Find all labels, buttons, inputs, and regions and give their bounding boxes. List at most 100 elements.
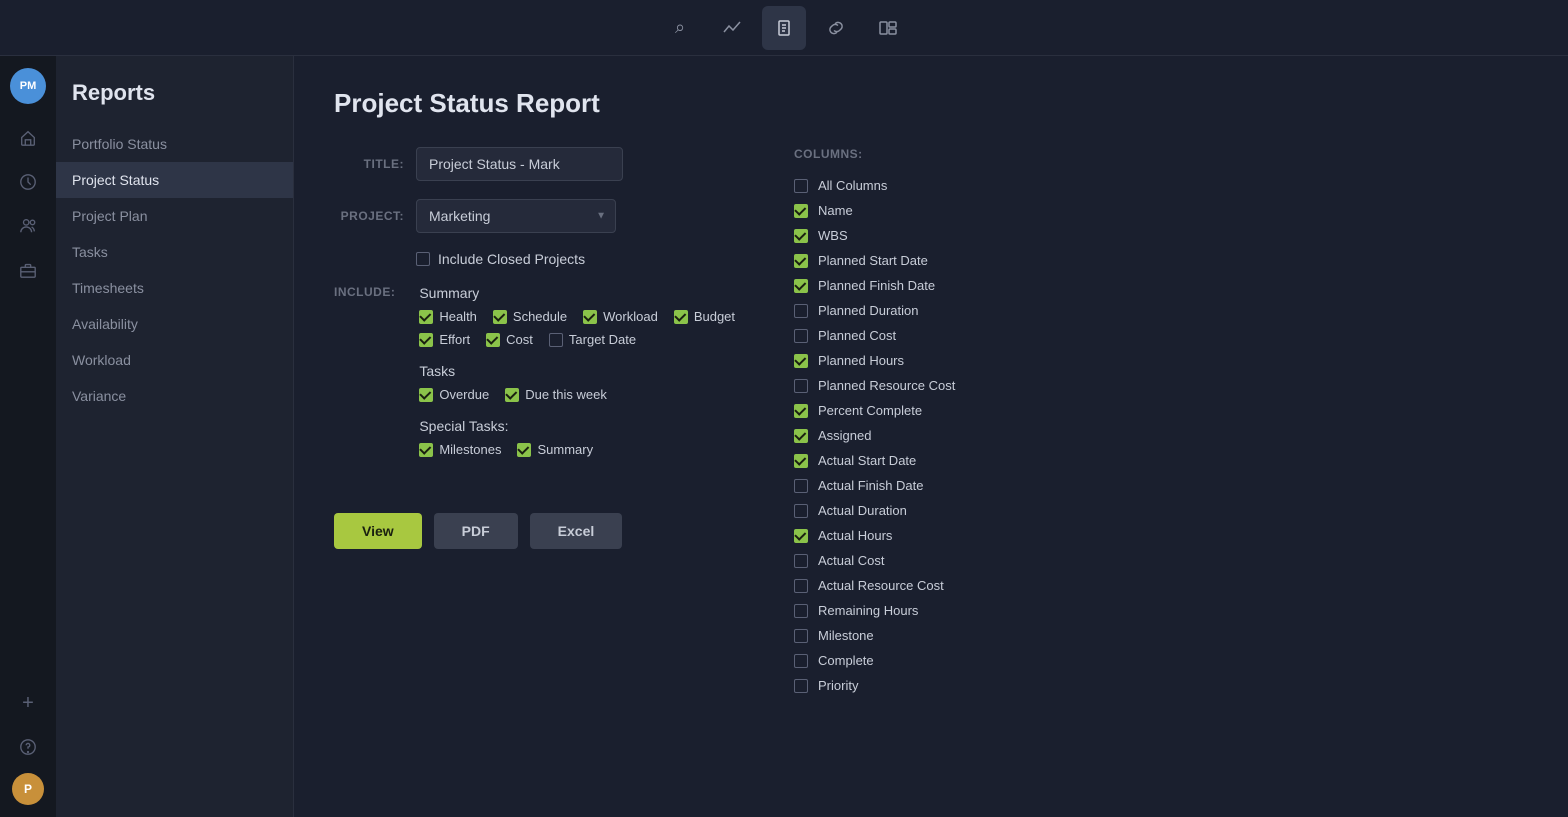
column-actual-duration: Actual Duration xyxy=(794,498,1094,523)
remaining-hours-checkbox[interactable] xyxy=(794,604,808,618)
sidebar-item-workload[interactable]: Workload xyxy=(56,342,293,378)
actual-cost-checkbox[interactable] xyxy=(794,554,808,568)
percent-complete-checkbox[interactable] xyxy=(794,404,808,418)
planned-start-date-label: Planned Start Date xyxy=(818,253,928,268)
workload-checkbox[interactable] xyxy=(583,310,597,324)
column-priority: Priority xyxy=(794,673,1094,693)
planned-start-date-checkbox[interactable] xyxy=(794,254,808,268)
include-workload: Workload xyxy=(583,309,658,324)
cost-label: Cost xyxy=(506,332,533,347)
sidebar-item-timesheets[interactable]: Timesheets xyxy=(56,270,293,306)
milestones-checkbox[interactable] xyxy=(419,443,433,457)
summary-subsection: Summary Health Schedule xyxy=(419,285,754,347)
planned-resource-cost-checkbox[interactable] xyxy=(794,379,808,393)
planned-duration-label: Planned Duration xyxy=(818,303,918,318)
sidebar-item-project-plan[interactable]: Project Plan xyxy=(56,198,293,234)
column-planned-resource-cost: Planned Resource Cost xyxy=(794,373,1094,398)
actual-hours-label: Actual Hours xyxy=(818,528,892,543)
milestone-checkbox[interactable] xyxy=(794,629,808,643)
sidebar: Reports Portfolio Status Project Status … xyxy=(56,56,294,817)
include-closed-label: Include Closed Projects xyxy=(438,251,585,267)
actual-hours-checkbox[interactable] xyxy=(794,529,808,543)
column-planned-cost: Planned Cost xyxy=(794,323,1094,348)
people-icon[interactable] xyxy=(10,208,46,244)
wbs-checkbox[interactable] xyxy=(794,229,808,243)
schedule-checkbox[interactable] xyxy=(493,310,507,324)
due-this-week-checkbox[interactable] xyxy=(505,388,519,402)
actual-duration-checkbox[interactable] xyxy=(794,504,808,518)
project-select[interactable]: Marketing Design Development Finance xyxy=(416,199,616,233)
title-input[interactable] xyxy=(416,147,623,181)
columns-scroll[interactable]: All Columns Name WBS Planned Start Date xyxy=(794,173,1094,693)
sidebar-item-availability[interactable]: Availability xyxy=(56,306,293,342)
title-row: TITLE: xyxy=(334,147,754,181)
budget-checkbox[interactable] xyxy=(674,310,688,324)
pdf-button[interactable]: PDF xyxy=(434,513,518,549)
target-date-checkbox[interactable] xyxy=(549,333,563,347)
main-layout: PM xyxy=(0,56,1568,817)
sidebar-item-portfolio-status[interactable]: Portfolio Status xyxy=(56,126,293,162)
overdue-checkbox[interactable] xyxy=(419,388,433,402)
effort-label: Effort xyxy=(439,332,470,347)
name-checkbox[interactable] xyxy=(794,204,808,218)
actual-finish-date-checkbox[interactable] xyxy=(794,479,808,493)
name-label: Name xyxy=(818,203,853,218)
clipboard-icon[interactable] xyxy=(762,6,806,50)
content-area: Project Status Report TITLE: PROJECT: Ma… xyxy=(294,56,1568,817)
user-avatar[interactable]: P xyxy=(12,773,44,805)
app-logo[interactable]: PM xyxy=(10,68,46,104)
health-checkbox[interactable] xyxy=(419,310,433,324)
column-actual-start-date: Actual Start Date xyxy=(794,448,1094,473)
overdue-label: Overdue xyxy=(439,387,489,402)
include-closed-checkbox[interactable] xyxy=(416,252,430,266)
link-icon[interactable] xyxy=(814,6,858,50)
include-due-this-week: Due this week xyxy=(505,387,607,402)
actual-resource-cost-checkbox[interactable] xyxy=(794,579,808,593)
summary-checkbox[interactable] xyxy=(517,443,531,457)
home-icon[interactable] xyxy=(10,120,46,156)
project-label: PROJECT: xyxy=(334,199,404,223)
excel-button[interactable]: Excel xyxy=(530,513,623,549)
target-date-label: Target Date xyxy=(569,332,636,347)
complete-checkbox[interactable] xyxy=(794,654,808,668)
clock-icon[interactable] xyxy=(10,164,46,200)
priority-checkbox[interactable] xyxy=(794,679,808,693)
planned-cost-label: Planned Cost xyxy=(818,328,896,343)
add-icon[interactable]: + xyxy=(10,685,46,721)
milestones-label: Milestones xyxy=(439,442,501,457)
column-planned-duration: Planned Duration xyxy=(794,298,1094,323)
effort-checkbox[interactable] xyxy=(419,333,433,347)
column-percent-complete: Percent Complete xyxy=(794,398,1094,423)
planned-finish-date-checkbox[interactable] xyxy=(794,279,808,293)
include-effort: Effort xyxy=(419,332,470,347)
view-button[interactable]: View xyxy=(334,513,422,549)
briefcase-icon[interactable] xyxy=(10,252,46,288)
include-cost: Cost xyxy=(486,332,533,347)
sidebar-item-project-status[interactable]: Project Status xyxy=(56,162,293,198)
analytics-icon[interactable] xyxy=(710,6,754,50)
planned-resource-cost-label: Planned Resource Cost xyxy=(818,378,955,393)
workload-label: Workload xyxy=(603,309,658,324)
tasks-title: Tasks xyxy=(419,363,754,379)
button-row: View PDF Excel xyxy=(334,513,754,549)
search-zoom-icon[interactable]: ⌕ xyxy=(658,6,702,50)
cost-checkbox[interactable] xyxy=(486,333,500,347)
planned-duration-checkbox[interactable] xyxy=(794,304,808,318)
help-icon[interactable] xyxy=(10,729,46,765)
planned-hours-checkbox[interactable] xyxy=(794,354,808,368)
actual-finish-date-label: Actual Finish Date xyxy=(818,478,924,493)
all-columns-checkbox[interactable] xyxy=(794,179,808,193)
actual-start-date-checkbox[interactable] xyxy=(794,454,808,468)
special-tasks-items: Milestones Summary xyxy=(419,442,754,457)
assigned-checkbox[interactable] xyxy=(794,429,808,443)
layout-icon[interactable] xyxy=(866,6,910,50)
sidebar-item-tasks[interactable]: Tasks xyxy=(56,234,293,270)
sidebar-item-variance[interactable]: Variance xyxy=(56,378,293,414)
include-overdue: Overdue xyxy=(419,387,489,402)
summary-sp-label: Summary xyxy=(537,442,593,457)
actual-start-date-label: Actual Start Date xyxy=(818,453,916,468)
column-planned-hours: Planned Hours xyxy=(794,348,1094,373)
actual-cost-label: Actual Cost xyxy=(818,553,884,568)
planned-finish-date-label: Planned Finish Date xyxy=(818,278,935,293)
planned-cost-checkbox[interactable] xyxy=(794,329,808,343)
